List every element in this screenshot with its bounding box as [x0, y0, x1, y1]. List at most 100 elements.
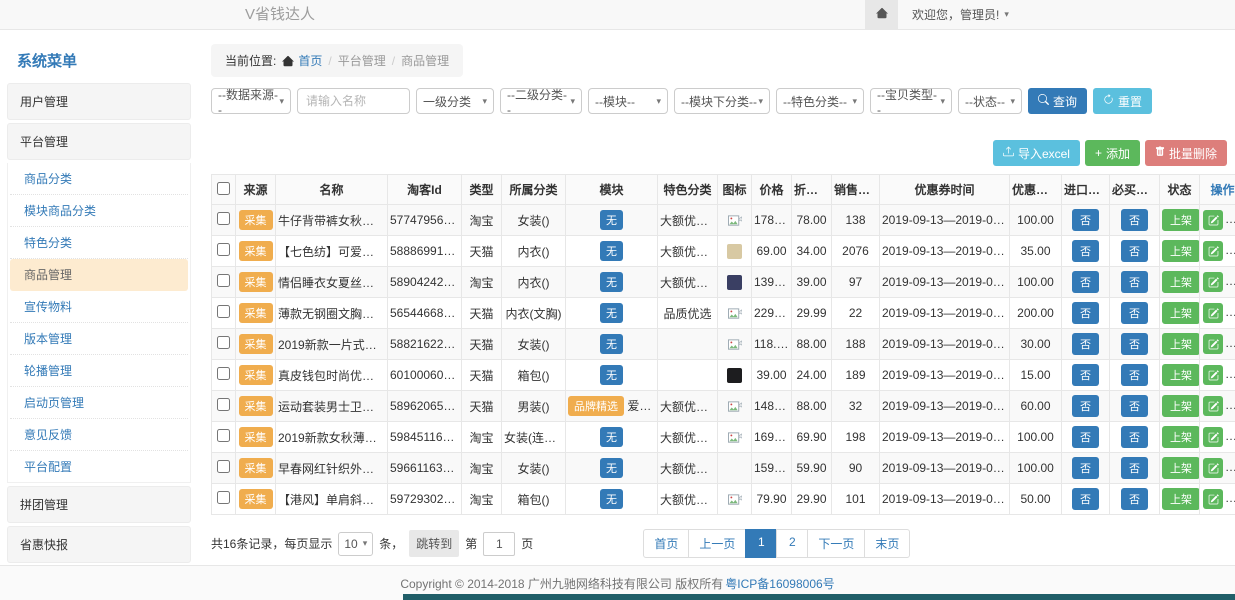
- sidebar-section-0[interactable]: 用户管理: [7, 83, 191, 120]
- breadcrumb-item[interactable]: 平台管理: [338, 52, 386, 69]
- imported-toggle[interactable]: 否: [1072, 209, 1099, 231]
- imported-toggle[interactable]: 否: [1072, 271, 1099, 293]
- icp-link[interactable]: 粤ICP备16098006号: [725, 575, 834, 592]
- page-button-3[interactable]: 2: [776, 529, 808, 558]
- product-type: 淘宝: [462, 205, 502, 236]
- sidebar-item-1-7[interactable]: 启动页管理: [10, 387, 188, 419]
- must-buy-toggle[interactable]: 否: [1121, 240, 1148, 262]
- edit-button[interactable]: [1203, 334, 1223, 354]
- jump-page-input[interactable]: [483, 532, 515, 556]
- status-button[interactable]: 上架: [1162, 271, 1200, 293]
- sidebar-item-1-1[interactable]: 模块商品分类: [10, 195, 188, 227]
- home-button[interactable]: [865, 0, 898, 29]
- imported-toggle[interactable]: 否: [1072, 302, 1099, 324]
- search-button[interactable]: 查询: [1028, 88, 1087, 114]
- edit-button[interactable]: [1203, 396, 1223, 416]
- product-thumbnail: [727, 275, 742, 290]
- sidebar-section-2[interactable]: 拼团管理: [7, 486, 191, 523]
- row-checkbox[interactable]: [217, 460, 230, 473]
- status-button[interactable]: 上架: [1162, 302, 1200, 324]
- module-cell: 无: [566, 267, 658, 298]
- row-checkbox[interactable]: [217, 336, 230, 349]
- page-button-2[interactable]: 1: [745, 529, 777, 558]
- row-checkbox[interactable]: [217, 243, 230, 256]
- select-all-checkbox[interactable]: [217, 182, 230, 195]
- sidebar-item-1-2[interactable]: 特色分类: [10, 227, 188, 259]
- row-checkbox[interactable]: [217, 367, 230, 380]
- status-button[interactable]: 上架: [1162, 333, 1200, 355]
- product-name: 真皮钱包时尚优雅女士...: [276, 360, 388, 391]
- imported-toggle[interactable]: 否: [1072, 488, 1099, 510]
- edit-button[interactable]: [1203, 427, 1223, 447]
- sidebar-heading: 系统菜单: [7, 46, 191, 83]
- sidebar-section-3[interactable]: 省惠快报: [7, 526, 191, 563]
- must-buy-toggle[interactable]: 否: [1121, 271, 1148, 293]
- sidebar-item-1-9[interactable]: 平台配置: [10, 451, 188, 482]
- level2-category-select[interactable]: --二级分类--▾: [500, 88, 582, 114]
- taoke-id: 577479560965: [388, 205, 462, 236]
- status-button[interactable]: 上架: [1162, 240, 1200, 262]
- breadcrumb-home-link[interactable]: 首页: [282, 52, 322, 69]
- imported-toggle[interactable]: 否: [1072, 333, 1099, 355]
- page-button-1[interactable]: 上一页: [688, 529, 746, 558]
- row-checkbox[interactable]: [217, 274, 230, 287]
- imported-toggle[interactable]: 否: [1072, 457, 1099, 479]
- module-select[interactable]: --模块--▾: [588, 88, 668, 114]
- must-buy-toggle[interactable]: 否: [1121, 457, 1148, 479]
- row-checkbox[interactable]: [217, 398, 230, 411]
- status-button[interactable]: 上架: [1162, 488, 1200, 510]
- imported-toggle[interactable]: 否: [1072, 240, 1099, 262]
- sidebar-item-1-6[interactable]: 轮播管理: [10, 355, 188, 387]
- status-button[interactable]: 上架: [1162, 395, 1200, 417]
- module-subcategory-select[interactable]: --模块下分类--▾: [674, 88, 770, 114]
- item-type-select[interactable]: --宝贝类型--▾: [870, 88, 952, 114]
- row-checkbox[interactable]: [217, 491, 230, 504]
- imported-toggle[interactable]: 否: [1072, 395, 1099, 417]
- per-page-select[interactable]: 10 ▾: [338, 532, 373, 556]
- row-checkbox[interactable]: [217, 305, 230, 318]
- edit-button[interactable]: [1203, 303, 1223, 323]
- sidebar-item-1-0[interactable]: 商品分类: [10, 163, 188, 195]
- sidebar-item-1-5[interactable]: 版本管理: [10, 323, 188, 355]
- must-buy-toggle[interactable]: 否: [1121, 209, 1148, 231]
- caret-down-icon: ▾: [1010, 96, 1015, 107]
- reset-button[interactable]: 重置: [1093, 88, 1152, 114]
- row-checkbox[interactable]: [217, 212, 230, 225]
- status-button[interactable]: 上架: [1162, 364, 1200, 386]
- edit-button[interactable]: [1203, 365, 1223, 385]
- row-checkbox[interactable]: [217, 429, 230, 442]
- sidebar-section-1[interactable]: 平台管理: [7, 123, 191, 160]
- imported-toggle[interactable]: 否: [1072, 426, 1099, 448]
- status-button[interactable]: 上架: [1162, 426, 1200, 448]
- feature-category-select[interactable]: --特色分类--▾: [776, 88, 864, 114]
- sidebar-item-1-8[interactable]: 意见反馈: [10, 419, 188, 451]
- edit-button[interactable]: [1203, 272, 1223, 292]
- data-source-select[interactable]: --数据来源--▾: [211, 88, 291, 114]
- import-excel-button[interactable]: 导入excel: [993, 140, 1080, 166]
- level1-category-select[interactable]: 一级分类▾: [416, 88, 494, 114]
- add-button[interactable]: + 添加: [1085, 140, 1140, 166]
- status-button[interactable]: 上架: [1162, 209, 1200, 231]
- edit-button[interactable]: [1203, 241, 1223, 261]
- edit-button[interactable]: [1203, 210, 1223, 230]
- must-buy-toggle[interactable]: 否: [1121, 364, 1148, 386]
- sidebar-item-1-3[interactable]: 商品管理: [10, 259, 188, 291]
- batch-delete-button[interactable]: 批量删除: [1145, 140, 1227, 166]
- must-buy-toggle[interactable]: 否: [1121, 426, 1148, 448]
- must-buy-toggle[interactable]: 否: [1121, 488, 1148, 510]
- page-button-5[interactable]: 末页: [864, 529, 910, 558]
- user-menu[interactable]: 欢迎您，管理员! ▾: [898, 6, 1023, 23]
- page-button-0[interactable]: 首页: [643, 529, 689, 558]
- status-button[interactable]: 上架: [1162, 457, 1200, 479]
- name-search-input[interactable]: [297, 88, 410, 114]
- edit-button[interactable]: [1203, 489, 1223, 509]
- must-buy-toggle[interactable]: 否: [1121, 395, 1148, 417]
- edit-button[interactable]: [1203, 458, 1223, 478]
- sidebar-item-1-4[interactable]: 宣传物料: [10, 291, 188, 323]
- status-select[interactable]: --状态--▾: [958, 88, 1022, 114]
- imported-toggle[interactable]: 否: [1072, 364, 1099, 386]
- jump-button[interactable]: 跳转到: [409, 530, 459, 557]
- must-buy-toggle[interactable]: 否: [1121, 302, 1148, 324]
- must-buy-toggle[interactable]: 否: [1121, 333, 1148, 355]
- page-button-4[interactable]: 下一页: [807, 529, 865, 558]
